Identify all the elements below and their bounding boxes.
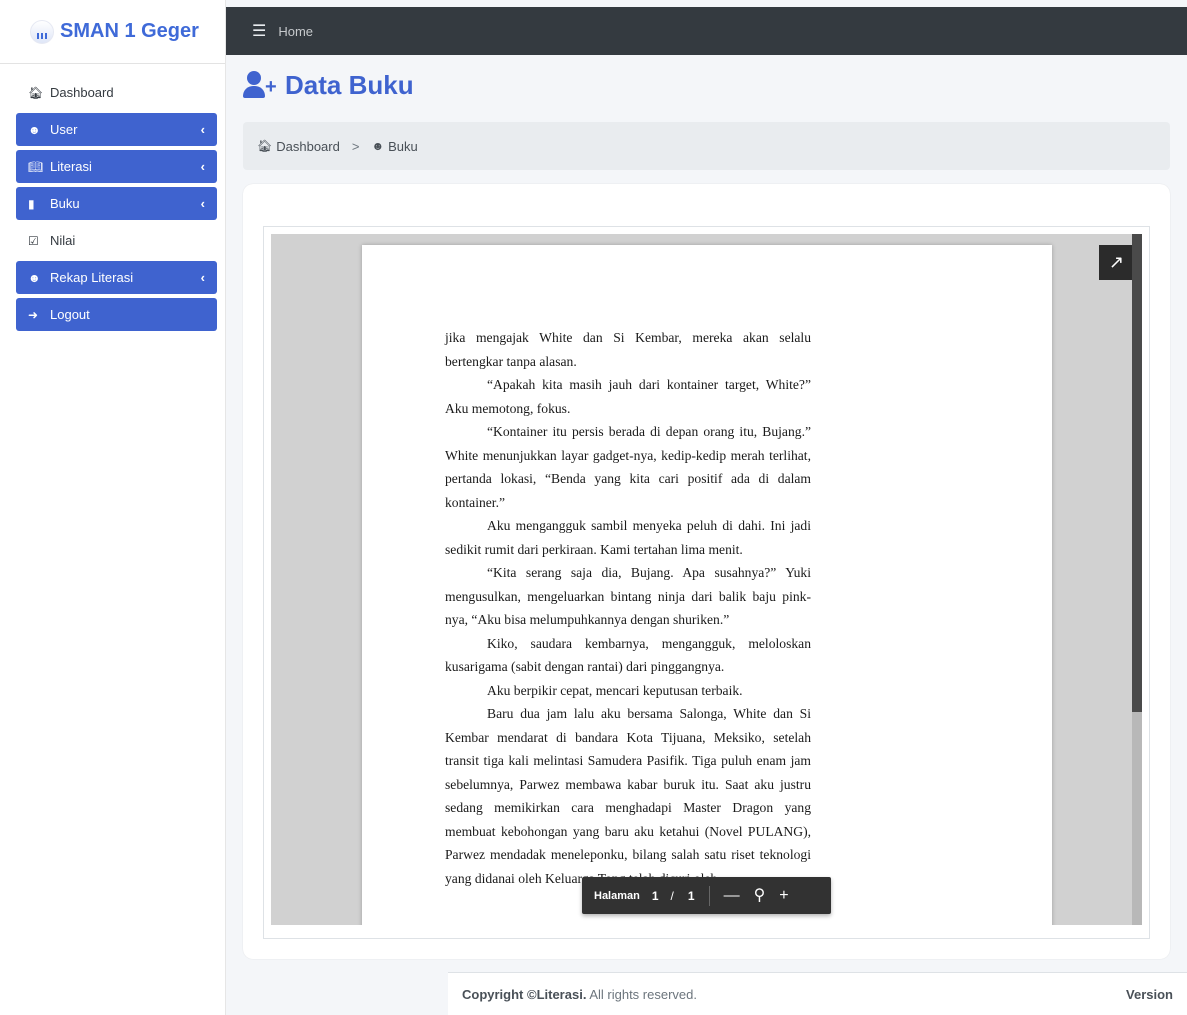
content-card: jika mengajak White dan Si Kembar, merek… bbox=[243, 184, 1170, 959]
chevron-left-icon: ‹ bbox=[200, 159, 205, 174]
pdf-paragraph: Kiko, saudara kembarnya, mengangguk, mel… bbox=[445, 635, 811, 675]
breadcrumb-separator: > bbox=[351, 138, 360, 154]
pdf-paragraph: Aku berpikir cepat, mencari keputusan te… bbox=[487, 682, 743, 698]
sidebar-item-rekap-literasi[interactable]: ☻ Rekap Literasi ‹ bbox=[16, 261, 217, 294]
sidebar-item-label: Literasi bbox=[50, 159, 92, 174]
sidebar-item-logout[interactable]: ➜ Logout bbox=[16, 298, 217, 331]
page-number-input[interactable]: 1 bbox=[652, 889, 659, 903]
sidebar-item-label: Buku bbox=[50, 196, 80, 211]
pdf-frame: jika mengajak White dan Si Kembar, merek… bbox=[263, 226, 1150, 939]
pdf-paragraph: “Kontainer itu persis berada di depan or… bbox=[445, 424, 811, 510]
home-icon: 🏠︎ bbox=[257, 139, 273, 153]
sidebar-item-literasi[interactable]: 📖︎ Literasi ‹ bbox=[16, 150, 217, 183]
zoom-fit-button[interactable]: ⚲ bbox=[754, 887, 766, 904]
copyright-rest: All rights reserved. bbox=[586, 986, 697, 1002]
breadcrumb: 🏠︎ Dashboard > ☻ Buku bbox=[243, 122, 1170, 170]
users-icon: ☻ bbox=[28, 270, 41, 285]
sidebar-item-buku[interactable]: ▮ Buku ‹ bbox=[16, 187, 217, 220]
chevron-left-icon: ‹ bbox=[200, 196, 205, 211]
breadcrumb-dashboard-link[interactable]: Dashboard bbox=[276, 139, 340, 154]
sidebar: SMAN 1 Geger 🏠︎ Dashboard ☻ User ‹ 📖︎ Li… bbox=[0, 0, 226, 1015]
pager-divider bbox=[708, 885, 710, 906]
home-icon: 🏠︎ bbox=[28, 85, 44, 100]
sidebar-item-label: Rekap Literasi bbox=[50, 270, 134, 285]
page-total: 1 bbox=[687, 888, 695, 903]
version-label: Version bbox=[1126, 986, 1173, 1002]
chevron-left-icon: ‹ bbox=[200, 270, 205, 285]
pdf-page-text: jika mengajak White dan Si Kembar, merek… bbox=[445, 326, 811, 890]
top-navbar: ☰ Home bbox=[226, 7, 1187, 55]
pdf-page: jika mengajak White dan Si Kembar, merek… bbox=[362, 245, 1052, 925]
open-book-icon: 📖︎ bbox=[28, 159, 44, 174]
pdf-paragraph: Aku mengangguk sambil menyeka peluh di d… bbox=[445, 518, 811, 557]
hamburger-menu-icon[interactable]: ☰ bbox=[252, 21, 266, 41]
sidebar-item-user[interactable]: ☻ User ‹ bbox=[16, 113, 217, 146]
page-title: + Data Buku bbox=[243, 70, 414, 101]
pdf-paragraph: jika mengajak White dan Si Kembar, merek… bbox=[445, 330, 811, 369]
pdf-paragraph: “Apakah kita masih jauh dari kontainer t… bbox=[445, 377, 811, 416]
chevron-left-icon: ‹ bbox=[200, 122, 205, 137]
external-link-icon[interactable]: ↗ bbox=[1099, 245, 1134, 280]
pdf-viewer[interactable]: jika mengajak White dan Si Kembar, merek… bbox=[271, 234, 1142, 925]
sidebar-item-label: Logout bbox=[50, 307, 90, 322]
sidebar-item-dashboard[interactable]: 🏠︎ Dashboard bbox=[16, 76, 217, 109]
page-title-text: Data Buku bbox=[285, 70, 414, 100]
pdf-paragraph: “Kita serang saja dia, Bujang. Apa susah… bbox=[445, 565, 811, 627]
pdf-paragraph: Baru dua jam lalu aku bersama Salonga, W… bbox=[445, 706, 811, 886]
sidebar-item-label: User bbox=[50, 122, 78, 137]
pdf-page-controls: Halaman 1 / 1 — ⚲ + bbox=[582, 877, 831, 914]
school-logo-icon bbox=[30, 19, 54, 44]
sidebar-item-label: Dashboard bbox=[50, 85, 114, 100]
user-plus-icon: + bbox=[243, 70, 279, 101]
book-icon: ▮ bbox=[28, 196, 35, 211]
zoom-out-button[interactable]: — bbox=[724, 887, 740, 904]
brand-name: SMAN 1 Geger bbox=[60, 20, 199, 42]
page-label: Halaman bbox=[594, 889, 640, 902]
page-slash: / bbox=[670, 888, 674, 903]
copyright-bold: Copyright ©Literasi. bbox=[462, 986, 587, 1002]
zoom-in-button[interactable]: + bbox=[779, 887, 788, 904]
footer: Copyright ©Literasi. All rights reserved… bbox=[448, 972, 1187, 1015]
top-nav-home-link[interactable]: Home bbox=[278, 24, 313, 39]
user-list-icon: ☻ bbox=[28, 122, 41, 137]
sidebar-item-label: Nilai bbox=[50, 233, 76, 248]
pdf-scrollbar-thumb[interactable] bbox=[1132, 234, 1142, 712]
breadcrumb-current: Buku bbox=[388, 138, 418, 154]
brand[interactable]: SMAN 1 Geger bbox=[0, 0, 225, 64]
copyright-text: Copyright ©Literasi. All rights reserved… bbox=[462, 987, 697, 1002]
sidebar-item-nilai[interactable]: ☑ Nilai bbox=[16, 224, 217, 257]
user-icon: ☻ bbox=[371, 139, 385, 153]
checkbox-icon: ☑ bbox=[28, 233, 39, 248]
sign-out-icon: ➜ bbox=[28, 307, 39, 322]
sidebar-menu: 🏠︎ Dashboard ☻ User ‹ 📖︎ Literasi ‹ ▮ Bu… bbox=[0, 64, 225, 331]
pdf-scrollbar[interactable] bbox=[1132, 234, 1142, 925]
